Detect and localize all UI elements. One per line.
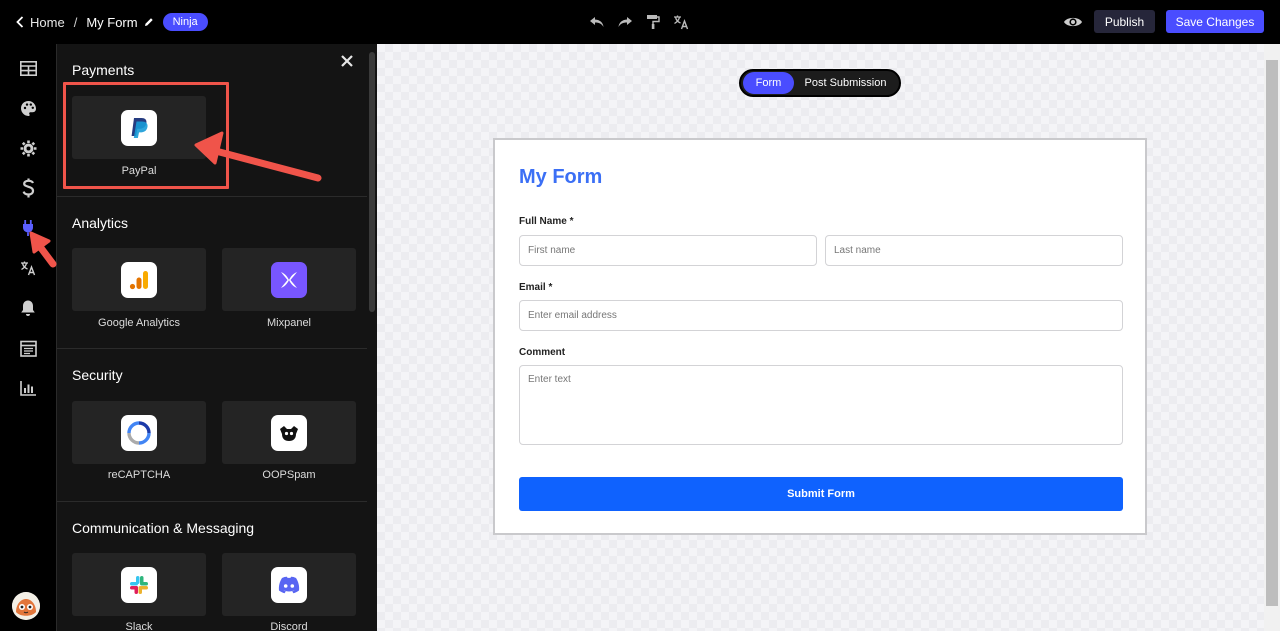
comment-textarea[interactable]: Enter text [519, 365, 1123, 445]
integration-label-discord: Discord [270, 621, 308, 631]
layout-grid-icon[interactable] [18, 58, 38, 78]
section-divider [57, 348, 367, 349]
google-analytics-icon [121, 261, 157, 298]
home-link[interactable]: Home [16, 15, 65, 30]
integration-tile-mixpanel[interactable] [222, 248, 356, 311]
gear-icon[interactable] [18, 138, 38, 158]
breadcrumb: Home / My Form Ninja [16, 0, 208, 44]
oopspam-icon [271, 414, 307, 451]
last-name-field[interactable]: Last name [825, 235, 1123, 266]
integration-label-google-analytics: Google Analytics [98, 317, 180, 329]
undo-icon[interactable] [588, 12, 606, 32]
full-name-label: Full Name * [519, 216, 574, 227]
first-name-placeholder: First name [528, 245, 576, 256]
email-placeholder: Enter email address [528, 310, 617, 321]
email-label: Email * [519, 282, 553, 293]
publish-button[interactable]: Publish [1094, 10, 1155, 33]
pencil-icon[interactable] [144, 17, 154, 27]
section-title-security: Security [72, 367, 123, 383]
canvas-scrollbar-thumb[interactable] [1266, 60, 1278, 606]
discord-icon [271, 566, 307, 603]
section-title-communication: Communication & Messaging [72, 520, 255, 536]
home-label: Home [30, 14, 65, 30]
translate-icon[interactable] [672, 12, 690, 32]
integrations-panel: Payments PayPal Analytics Google Analyti… [56, 44, 377, 631]
translate-icon[interactable] [18, 258, 38, 278]
calendar-icon[interactable] [18, 338, 38, 358]
top-bar: Home / My Form Ninja Publish Save Change… [0, 0, 1280, 44]
submit-form-button[interactable]: Submit Form [519, 477, 1123, 511]
integration-label-recaptcha: reCAPTCHA [107, 469, 171, 481]
integration-label-oopspam: OOPSpam [262, 469, 316, 481]
avatar[interactable] [12, 592, 40, 620]
form-title: My Form [519, 166, 603, 188]
section-divider [57, 196, 367, 197]
form-card[interactable]: My Form Full Name * First name Last name… [493, 138, 1147, 535]
bell-icon[interactable] [18, 298, 38, 318]
comment-label: Comment [519, 347, 566, 358]
palette-icon[interactable] [18, 98, 38, 118]
plug-icon[interactable] [18, 218, 38, 238]
slack-icon [121, 566, 157, 603]
integration-label-mixpanel: Mixpanel [266, 317, 312, 329]
tab-form[interactable]: Form [743, 72, 794, 94]
integration-tile-oopspam[interactable] [222, 401, 356, 464]
close-icon[interactable] [340, 54, 354, 68]
email-field[interactable]: Enter email address [519, 300, 1123, 331]
dollar-icon[interactable] [18, 178, 38, 198]
plan-badge: Ninja [162, 13, 208, 31]
breadcrumb-separator: / [73, 14, 78, 30]
tab-post-submission[interactable]: Post Submission [794, 72, 897, 94]
integration-tile-recaptcha[interactable] [72, 401, 206, 464]
panel-scrollbar[interactable] [369, 52, 375, 312]
form-canvas: Form Post Submission My Form Full Name *… [377, 44, 1264, 631]
section-title-payments: Payments [72, 62, 135, 78]
save-changes-button[interactable]: Save Changes [1166, 10, 1264, 33]
comment-placeholder: Enter text [528, 374, 571, 385]
section-title-analytics: Analytics [72, 215, 129, 231]
paypal-icon [121, 109, 157, 146]
mixpanel-icon [271, 261, 307, 298]
integration-tile-google-analytics[interactable] [72, 248, 206, 311]
integration-label-paypal: PayPal [121, 165, 157, 177]
preview-eye-icon[interactable] [1063, 12, 1083, 32]
form-name: My Form [86, 14, 138, 30]
paint-roller-icon[interactable] [644, 12, 662, 32]
editor-tools [588, 12, 690, 32]
canvas-scrollbar[interactable] [1264, 44, 1280, 631]
integration-label-slack: Slack [125, 621, 153, 631]
integration-tile-paypal[interactable] [72, 96, 206, 159]
icon-rail [0, 44, 56, 631]
last-name-placeholder: Last name [834, 245, 881, 256]
redo-icon[interactable] [616, 12, 634, 32]
bar-chart-icon[interactable] [18, 378, 38, 398]
first-name-field[interactable]: First name [519, 235, 817, 266]
view-toggle: Form Post Submission [739, 69, 901, 97]
section-divider [57, 501, 367, 502]
integration-tile-discord[interactable] [222, 553, 356, 616]
chevron-left-icon [16, 16, 24, 28]
integration-tile-slack[interactable] [72, 553, 206, 616]
recaptcha-icon [121, 414, 157, 451]
